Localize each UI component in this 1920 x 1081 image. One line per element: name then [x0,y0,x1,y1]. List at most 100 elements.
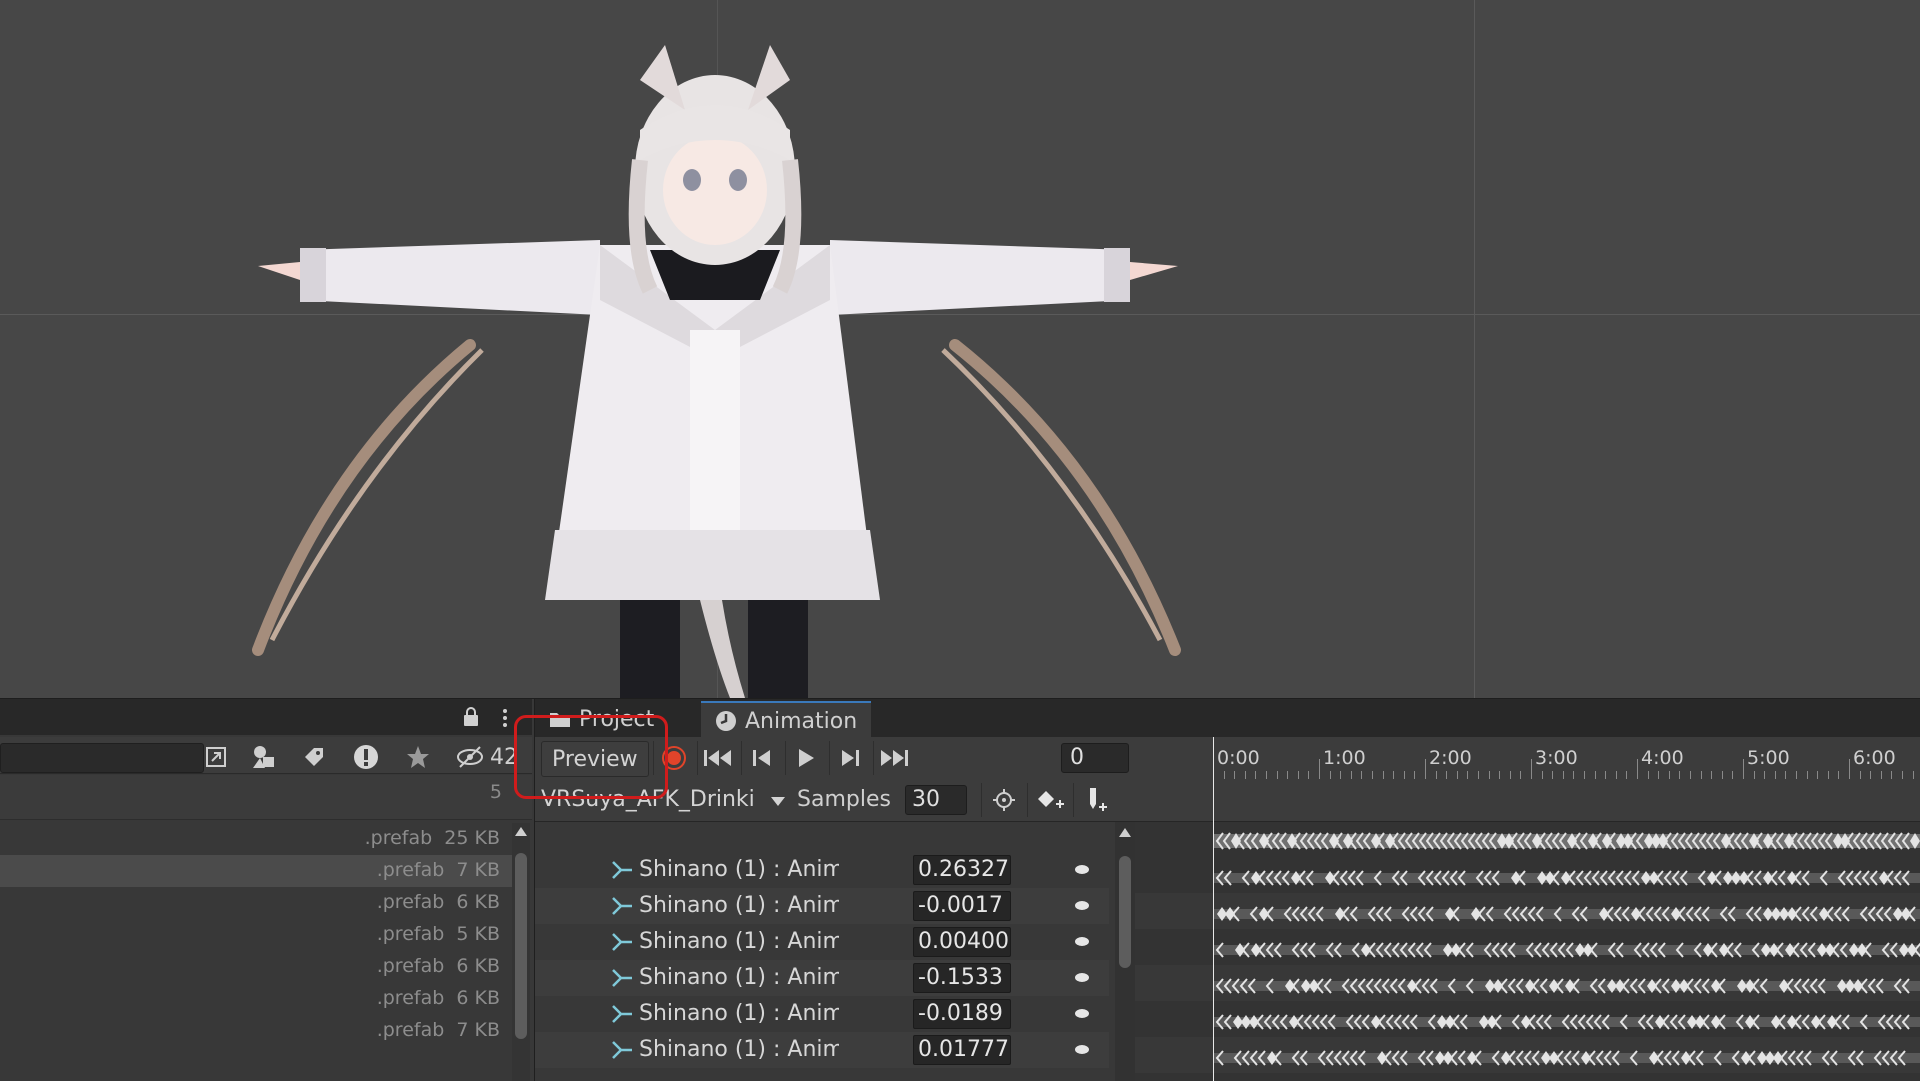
record-button[interactable] [653,741,694,775]
keyframe-toggle-icon[interactable] [1075,865,1089,874]
property-row[interactable]: Shinano (1) : Animator.C -0.0017 [535,888,1109,924]
search-input[interactable] [0,743,204,773]
file-row[interactable]: .prefab 5 KB [0,919,512,951]
keyframe-toggle-icon[interactable] [1075,1009,1089,1018]
scene-view[interactable] [0,0,1920,698]
file-row[interactable]: .prefab 7 KB [0,855,512,887]
file-row[interactable]: .prefab 7 KB [0,1015,512,1047]
keyframe-row[interactable] [1213,899,1920,929]
scroll-up-arrow-icon[interactable] [515,827,527,836]
play-button[interactable] [785,741,826,775]
keyframe-row[interactable] [1213,971,1920,1001]
keyframe-marker [1241,870,1250,886]
next-keyframe-button[interactable] [829,741,870,775]
file-row[interactable]: .prefab 6 KB [0,951,512,983]
dopesheet-timeline[interactable]: 0:00 1:00 2:00 3:00 4:00 5:00 6:00 [1135,737,1920,1081]
keyframe-marker [1297,870,1306,886]
keyframe-marker [1571,1050,1580,1066]
keyframe-marker [1460,832,1469,850]
clip-dropdown[interactable]: VRSuya_AFK_Drinki [541,785,781,815]
property-row[interactable]: Shinano (1) : Animator.H -0.0189 [535,996,1109,1032]
previous-keyframe-button[interactable] [741,741,782,775]
file-row[interactable]: .prefab 6 KB [0,887,512,919]
keyframe-row[interactable] [1213,935,1920,965]
clip-selector-row: VRSuya_AFK_Drinki Samples 30 [535,779,1213,822]
summary-keyframe-row[interactable] [1213,826,1920,856]
keyframe-marker [1278,832,1287,850]
keyframe-marker [1281,870,1290,886]
warning-icon[interactable] [348,741,384,773]
keyframe-marker [1661,1014,1670,1030]
property-value-field[interactable]: 0.01777 [913,1035,1011,1065]
tab-project[interactable]: Project [535,701,668,737]
keyframe-marker [1611,1050,1620,1066]
lock-icon[interactable] [462,707,480,727]
ruler-tick [1870,771,1872,779]
property-row[interactable]: Shinano (1) : Animator.C 0.00400 [535,924,1109,960]
keyframe-marker [1701,906,1710,922]
timeline-event-lane[interactable] [1135,779,1920,822]
property-name: Shinano (1) : Animator.C [639,893,839,918]
keyframe-marker [1740,832,1749,850]
add-event-button[interactable] [1073,783,1118,817]
file-row[interactable]: .prefab 6 KB [0,983,512,1015]
open-in-window-icon[interactable] [198,741,234,773]
keyframe-marker [1831,942,1840,958]
keyframe-row[interactable] [1213,863,1920,893]
keyframe-marker [1725,942,1734,958]
keyframe-marker [1271,1014,1280,1030]
keyframe-row[interactable] [1213,1043,1920,1073]
property-value-field[interactable]: -0.1533 [913,963,1011,993]
keyframe-marker [1759,978,1768,994]
filter-by-type-icon[interactable] [246,741,282,773]
dock-tabs: Project Animation [535,699,1920,739]
keyframe-marker [1391,942,1400,958]
filter-by-label-icon[interactable] [296,741,332,773]
property-value-field[interactable]: -0.0017 [913,891,1011,921]
property-row[interactable]: Shinano (1) : Animator.C 0.26327 [535,852,1109,888]
keyframe-marker [1385,1014,1394,1030]
property-list-scrollbar[interactable] [1115,822,1135,1081]
last-keyframe-button[interactable] [873,741,914,775]
keyframe-marker [1553,906,1562,922]
scroll-up-arrow-icon[interactable] [1119,828,1131,837]
scrollbar-thumb[interactable] [1119,856,1131,968]
keyframe-toggle-icon[interactable] [1075,1045,1089,1054]
playhead[interactable] [1213,737,1214,1081]
samples-field[interactable]: 30 [905,785,967,815]
record-icon [662,746,686,770]
current-frame-field[interactable]: 0 [1061,743,1129,773]
file-list-scrollbar[interactable] [512,823,530,1081]
samples-label: Samples [797,787,891,812]
time-ruler[interactable]: 0:00 1:00 2:00 3:00 4:00 5:00 6:00 [1135,737,1920,780]
keyframe-marker [1745,870,1754,886]
keyframe-marker [1894,832,1903,850]
keyframe-toggle-icon[interactable] [1075,901,1089,910]
frame-selected-button[interactable] [981,783,1026,817]
playback-controls: Preview 0 [535,737,1213,780]
keyframe-marker [1418,832,1427,850]
add-keyframe-button[interactable] [1027,783,1072,817]
keyframe-toggle-icon[interactable] [1075,937,1089,946]
keyframe-row[interactable] [1213,1007,1920,1037]
more-options-icon[interactable] [501,708,509,728]
property-row[interactable]: Shinano (1) : Animator.H -0.1533 [535,960,1109,996]
avatar-model[interactable] [0,0,1920,698]
file-row[interactable]: .prefab 25 KB [0,823,512,855]
play-icon [799,749,814,767]
tab-animation[interactable]: Animation [701,701,872,739]
property-value-field[interactable]: 0.26327 [913,855,1011,885]
step-forward-icon [842,750,859,766]
chevron-down-icon[interactable] [771,797,785,806]
first-keyframe-button[interactable] [697,741,738,775]
keyframe-toggle-icon[interactable] [1075,973,1089,982]
keyframe-marker [1215,1050,1224,1066]
preview-button[interactable]: Preview [541,741,649,777]
hidden-packages-icon[interactable] [452,741,488,773]
property-row[interactable]: Shinano (1) : Animator.H 0.01777 [535,1032,1109,1068]
keyframe-marker [1833,906,1842,922]
scrollbar-thumb[interactable] [515,853,527,1039]
property-value-field[interactable]: 0.00400 [913,927,1011,957]
favorite-star-icon[interactable] [400,741,436,773]
property-value-field[interactable]: -0.0189 [913,999,1011,1029]
